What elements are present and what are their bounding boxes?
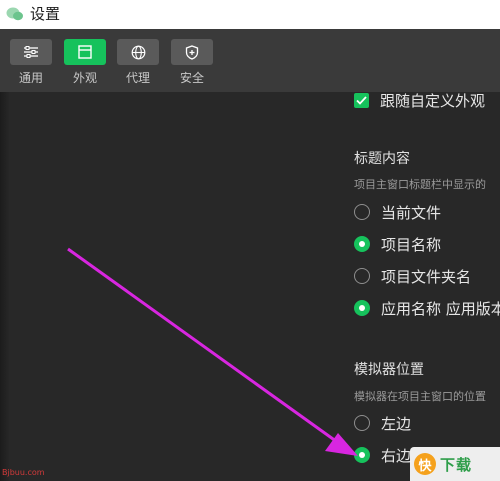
proxy-button[interactable] xyxy=(117,39,159,65)
radio-option-left[interactable]: 左边 xyxy=(354,412,411,434)
right-label: 右边 xyxy=(381,446,412,465)
tab-appearance[interactable]: 外观 xyxy=(64,39,106,85)
radio-option-project-folder[interactable]: 项目文件夹名 xyxy=(354,265,471,287)
project-name-label: 项目名称 xyxy=(381,235,442,254)
shield-icon xyxy=(185,44,199,60)
title-content-description: 项目主窗口标题栏中显示的 xyxy=(354,178,486,191)
site-watermark: Bjbuu.com xyxy=(2,468,45,477)
tab-security-label: 安全 xyxy=(179,71,204,85)
tab-proxy-label: 代理 xyxy=(125,71,150,85)
general-button[interactable] xyxy=(10,39,52,65)
tab-appearance-label: 外观 xyxy=(72,71,97,85)
radio-option-right[interactable]: 右边 xyxy=(354,444,411,466)
left-label: 左边 xyxy=(381,414,412,433)
radio-option-current-file[interactable]: 当前文件 xyxy=(354,201,441,223)
brand-logo-icon: 快 xyxy=(414,453,436,475)
tab-proxy[interactable]: 代理 xyxy=(117,39,159,85)
appearance-button[interactable] xyxy=(64,39,106,65)
follow-custom-appearance-checkbox[interactable] xyxy=(354,92,369,108)
radio-option-project-name[interactable]: 项目名称 xyxy=(354,233,441,255)
simulator-position-description: 模拟器在项目主窗口的位置 xyxy=(354,390,486,403)
window-title: 设置 xyxy=(30,5,61,23)
globe-icon xyxy=(131,45,145,59)
app-name-version-label: 应用名称 应用版本 xyxy=(381,299,500,318)
follow-custom-appearance-label: 跟随自定义外观 xyxy=(380,91,486,110)
security-button[interactable] xyxy=(171,39,213,65)
title-content-heading: 标题内容 xyxy=(354,151,410,167)
tab-general-label: 通用 xyxy=(18,71,43,85)
current-file-label: 当前文件 xyxy=(381,203,442,222)
project-folder-label: 项目文件夹名 xyxy=(381,267,472,286)
brand-text: 下载 xyxy=(440,455,473,474)
tab-security[interactable]: 安全 xyxy=(171,39,213,85)
project-folder-radio[interactable] xyxy=(354,268,370,284)
project-name-radio[interactable] xyxy=(354,236,370,252)
simulator-position-heading: 模拟器位置 xyxy=(354,362,424,378)
wechat-devtools-icon xyxy=(6,7,23,21)
app-name-version-radio[interactable] xyxy=(354,300,370,316)
sliders-icon xyxy=(24,46,38,58)
panel-edge xyxy=(0,92,10,481)
follow-custom-appearance-option[interactable]: 跟随自定义外观 xyxy=(354,89,485,111)
title-bar: 设置 xyxy=(0,0,500,29)
layout-icon xyxy=(78,45,92,59)
left-radio[interactable] xyxy=(354,415,370,431)
current-file-radio[interactable] xyxy=(354,204,370,220)
radio-option-app-name-version[interactable]: 应用名称 应用版本 xyxy=(354,297,500,319)
checkmark-icon xyxy=(356,95,367,105)
right-radio[interactable] xyxy=(354,447,370,463)
tab-general[interactable]: 通用 xyxy=(10,39,52,85)
settings-toolbar: 通用 外观 代理 安全 xyxy=(0,29,500,92)
brand-watermark: 快 下载 xyxy=(410,447,500,481)
